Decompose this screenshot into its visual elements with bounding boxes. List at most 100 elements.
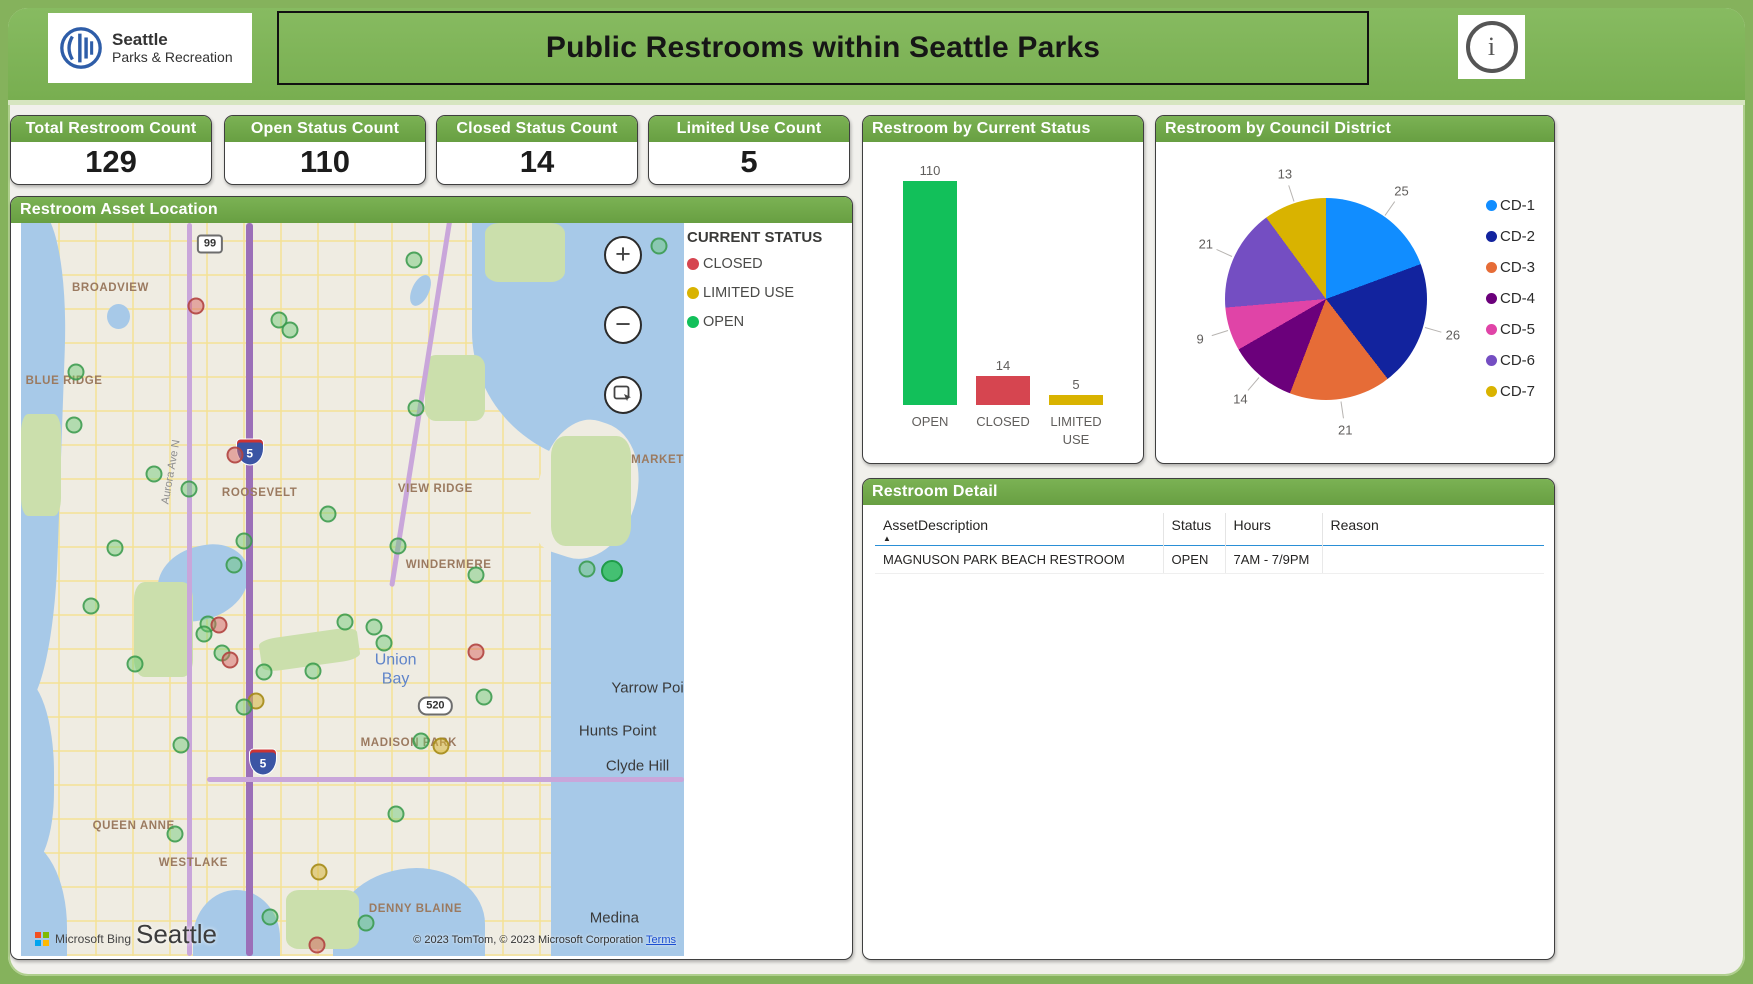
pie-value-label: 21 — [1338, 422, 1352, 437]
park-carkeek — [21, 414, 61, 517]
column-header-reason[interactable]: Reason — [1322, 513, 1544, 546]
map-marker-open[interactable] — [83, 597, 100, 614]
bing-map[interactable]: + − Microsoft Bing Seattle © 2023 TomTom… — [21, 223, 684, 956]
bar[interactable] — [976, 376, 1030, 405]
info-button[interactable]: i — [1458, 15, 1525, 79]
pie-legend-item-cd-1[interactable]: CD-1 — [1486, 190, 1535, 221]
legend-dot-icon — [1486, 386, 1497, 397]
legend-dot-icon — [687, 316, 699, 328]
bar-group-limited-use: 5LIMITED USE — [1048, 156, 1104, 448]
map-marker-closed[interactable] — [227, 447, 244, 464]
map-marker-open[interactable] — [476, 689, 493, 706]
map-marker-open[interactable] — [235, 533, 252, 550]
table-header-row: AssetDescription ▲ Status Hours Reason — [875, 513, 1544, 546]
map-marker-open[interactable] — [578, 560, 595, 577]
pie-value-label: 13 — [1278, 166, 1292, 181]
map-marker-open[interactable] — [388, 805, 405, 822]
map-marker-open[interactable] — [375, 635, 392, 652]
park-view-ridge — [425, 355, 485, 421]
bing-label: Microsoft Bing — [55, 932, 131, 946]
map-marker-closed[interactable] — [468, 643, 485, 660]
map-legend-item-open[interactable]: OPEN — [687, 314, 847, 330]
map-marker-open[interactable] — [389, 537, 406, 554]
map-marker-open[interactable] — [127, 656, 144, 673]
map-marker-open[interactable] — [365, 618, 382, 635]
bar[interactable] — [903, 181, 957, 405]
pie-legend-item-cd-4[interactable]: CD-4 — [1486, 283, 1535, 314]
legend-dot-icon — [1486, 231, 1497, 242]
kpi-title: Open Status Count — [225, 116, 425, 142]
legend-dot-icon — [687, 258, 699, 270]
map-marker-open[interactable] — [181, 481, 198, 498]
map-copyright: © 2023 TomTom, © 2023 Microsoft Corporat… — [413, 934, 676, 946]
column-header-status[interactable]: Status — [1163, 513, 1225, 546]
map-marker-open[interactable] — [107, 539, 124, 556]
seattle-parks-logo: Seattle Parks & Recreation — [48, 13, 252, 83]
pie-leader-line — [1288, 185, 1294, 201]
kpi-closed-status-count: Closed Status Count 14 — [436, 115, 638, 185]
map-legend-item-limited-use[interactable]: LIMITED USE — [687, 285, 847, 301]
map-marker-closed[interactable] — [211, 617, 228, 634]
box-select-button[interactable] — [604, 376, 642, 414]
bar-value-label: 14 — [996, 358, 1010, 373]
map-marker-closed[interactable] — [308, 937, 325, 954]
zoom-out-button[interactable]: − — [604, 306, 642, 344]
bar-chart-title: Restroom by Current Status — [863, 116, 1143, 142]
map-title: Restroom Asset Location — [11, 197, 852, 223]
pie-legend-item-cd-3[interactable]: CD-3 — [1486, 252, 1535, 283]
cell-hours: 7AM - 7/9PM — [1225, 546, 1322, 574]
map-marker-open[interactable] — [358, 915, 375, 932]
legend-label: CD-2 — [1500, 228, 1535, 245]
map-marker-open[interactable] — [195, 626, 212, 643]
pie-leader-line — [1425, 327, 1442, 333]
map-marker-open[interactable] — [406, 251, 423, 268]
bar-category-label: CLOSED — [975, 413, 1031, 431]
map-marker-open[interactable] — [146, 465, 163, 482]
pie-chart[interactable] — [1225, 198, 1427, 400]
legend-dot-icon — [1486, 262, 1497, 273]
map-marker-open[interactable] — [255, 664, 272, 681]
pie-legend-item-cd-6[interactable]: CD-6 — [1486, 345, 1535, 376]
bar[interactable] — [1049, 395, 1103, 405]
map-marker-open[interactable] — [167, 825, 184, 842]
map-marker-open[interactable] — [282, 322, 299, 339]
table-visual: Restroom Detail AssetDescription ▲ Statu… — [862, 478, 1555, 960]
pie-value-label: 25 — [1394, 183, 1408, 198]
pie-legend-item-cd-7[interactable]: CD-7 — [1486, 376, 1535, 407]
map-marker-open[interactable] — [225, 556, 242, 573]
map-marker-open[interactable] — [651, 238, 668, 255]
map-marker-open[interactable] — [305, 662, 322, 679]
map-marker-open[interactable] — [68, 363, 85, 380]
zoom-in-button[interactable]: + — [604, 236, 642, 274]
microsoft-logo-icon — [35, 932, 49, 946]
map-marker-open[interactable] — [601, 560, 623, 582]
kpi-title: Closed Status Count — [437, 116, 637, 142]
pie-chart-title: Restroom by Council District — [1156, 116, 1554, 142]
map-marker-open[interactable] — [173, 736, 190, 753]
map-marker-open[interactable] — [319, 506, 336, 523]
pie-legend-item-cd-2[interactable]: CD-2 — [1486, 221, 1535, 252]
kpi-title: Limited Use Count — [649, 116, 849, 142]
map-marker-open[interactable] — [337, 614, 354, 631]
column-header-assetdescription[interactable]: AssetDescription ▲ — [875, 513, 1163, 546]
map-marker-open[interactable] — [235, 698, 252, 715]
map-label: ROOSEVELT — [222, 487, 297, 499]
map-marker-limited[interactable] — [433, 738, 450, 755]
pie-leader-line — [1340, 401, 1343, 418]
map-legend-item-closed[interactable]: CLOSED — [687, 256, 847, 272]
map-marker-open[interactable] — [261, 909, 278, 926]
map-marker-open[interactable] — [413, 733, 430, 750]
table-row[interactable]: MAGNUSON PARK BEACH RESTROOM OPEN 7AM - … — [875, 546, 1544, 574]
legend-dot-icon — [1486, 324, 1497, 335]
legend-label: CD-3 — [1500, 259, 1535, 276]
pie-legend-item-cd-5[interactable]: CD-5 — [1486, 314, 1535, 345]
map-marker-open[interactable] — [408, 400, 425, 417]
terms-link[interactable]: Terms — [646, 934, 676, 946]
map-marker-limited[interactable] — [310, 863, 327, 880]
map-marker-closed[interactable] — [221, 651, 238, 668]
pie-chart-plot: CD-1CD-2CD-3CD-4CD-5CD-6CD-7 25262114921… — [1156, 142, 1554, 463]
map-marker-open[interactable] — [66, 416, 83, 433]
column-header-hours[interactable]: Hours — [1225, 513, 1322, 546]
map-marker-closed[interactable] — [188, 297, 205, 314]
map-marker-open[interactable] — [468, 566, 485, 583]
